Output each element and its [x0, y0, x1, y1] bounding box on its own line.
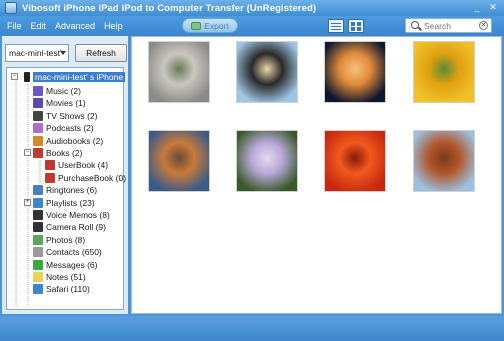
tree-item[interactable]: Books (2) [33, 147, 82, 159]
tree-item-label: Music (2) [46, 86, 81, 96]
contacts-icon [33, 247, 43, 258]
window-controls: _ ✕ [472, 2, 498, 13]
tree-item[interactable]: Voice Memos (8) [33, 209, 110, 221]
menu-edit[interactable]: Edit [31, 21, 47, 31]
photo-thumbnail-koala[interactable] [148, 41, 210, 103]
iphone-icon [24, 72, 30, 82]
notes-icon [33, 272, 43, 282]
tree-item-label: Notes (51) [46, 272, 86, 282]
export-button[interactable]: Export [182, 18, 238, 33]
tree-item-label: Podcasts (2) [46, 123, 94, 134]
podcast-icon [33, 123, 43, 134]
safari-icon [33, 284, 43, 295]
tree-item[interactable]: TV Shows (2) [33, 110, 98, 122]
audiobook-icon [33, 135, 43, 146]
tree-item[interactable]: Photos (8) [33, 234, 85, 246]
tree-item[interactable]: UserBook (4) [45, 159, 108, 171]
ringtone-icon [33, 185, 43, 196]
tree-expand-toggle[interactable]: − [24, 149, 31, 156]
window-title: Vibosoft iPhone iPad iPod to Computer Tr… [22, 2, 317, 14]
search-icon [411, 21, 419, 29]
menu-help[interactable]: Help [104, 21, 123, 31]
playlist-icon [33, 197, 43, 208]
tree-device-label: mac-mini-test' s iPhone [33, 72, 126, 82]
photo-thumbnail-chrysanthemum[interactable] [324, 130, 386, 192]
tree-item[interactable]: PurchaseBook (0) [45, 172, 126, 184]
list-view-button[interactable] [328, 19, 344, 33]
grid-view-button[interactable] [348, 19, 364, 33]
tree-item-label: Movies (1) [46, 98, 86, 109]
tree-item[interactable]: Contacts (650) [33, 246, 102, 258]
tv-icon [33, 110, 43, 121]
tree-item-label: Contacts (650) [46, 247, 102, 258]
menu-file[interactable]: File [7, 21, 22, 31]
search-box: ✕ [405, 18, 492, 33]
tree-item-label: TV Shows (2) [46, 110, 98, 121]
tree-item[interactable]: Playlists (23) [33, 197, 95, 209]
photo-thumbnail-penguins[interactable] [236, 41, 298, 103]
tree-item[interactable]: Ringtones (6) [33, 184, 97, 196]
device-select[interactable]: mac-mini-test' [5, 44, 69, 62]
tree-item[interactable]: Movies (1) [33, 97, 86, 109]
close-icon[interactable]: ✕ [488, 2, 498, 13]
messages-icon [33, 259, 43, 270]
tree-item-label: Safari (110) [46, 284, 90, 295]
tree-item[interactable]: Music (2) [33, 85, 81, 97]
tree-item-label: Camera Roll (9) [46, 222, 106, 233]
camera-icon [33, 222, 43, 233]
tree-item-label: Audiobooks (2) [46, 135, 104, 146]
books-icon [33, 148, 43, 158]
tree-item-label: UserBook (4) [58, 160, 109, 171]
tree-item-label: Playlists (23) [46, 197, 95, 208]
tree-item[interactable]: Safari (110) [33, 283, 90, 295]
tree-item[interactable]: Podcasts (2) [33, 122, 94, 134]
tree-expand-toggle[interactable]: + [24, 198, 31, 206]
chevron-down-icon [60, 51, 66, 55]
export-label: Export [204, 20, 229, 31]
device-select-value: mac-mini-test' [9, 48, 62, 58]
photo-thumbnail-tulips[interactable] [413, 41, 475, 103]
tree-item[interactable]: Notes (51) [33, 271, 86, 283]
clear-search-icon[interactable]: ✕ [479, 21, 488, 30]
tree-item-label: Messages (6) [46, 259, 98, 270]
tree-item-label: PurchaseBook (0) [58, 172, 127, 183]
voice-memo-icon [33, 210, 43, 220]
title-bar: Vibosoft iPhone iPad iPod to Computer Tr… [0, 0, 504, 16]
tree-item[interactable]: Messages (6) [33, 259, 98, 271]
book-icon [45, 172, 55, 183]
device-tree: − mac-mini-test' s iPhone Music (2) Movies … [6, 67, 126, 310]
minimize-icon[interactable]: _ [472, 2, 482, 13]
export-icon [191, 21, 202, 30]
tree-item-label: Books (2) [46, 148, 83, 158]
photo-thumbnail-hydrangeas[interactable] [236, 130, 298, 192]
tree-collapse-toggle[interactable]: − [11, 73, 18, 80]
movies-icon [33, 98, 43, 109]
status-bar [0, 316, 504, 341]
photo-thumbnail-desert[interactable] [413, 130, 475, 192]
tree-item-label: Ringtones (6) [46, 185, 98, 196]
tree-item-label: Photos (8) [46, 234, 86, 245]
book-icon [45, 160, 55, 171]
menu-advanced[interactable]: Advanced [55, 21, 95, 31]
app-logo-icon [5, 2, 17, 14]
music-icon [33, 86, 43, 96]
tree-item-label: Voice Memos (8) [46, 210, 110, 220]
photo-thumbnail-jellyfish[interactable] [324, 41, 386, 103]
tree-device-node[interactable]: mac-mini-test' s iPhone [24, 71, 126, 83]
photo-thumbnail-lighthouse[interactable] [148, 130, 210, 192]
tree-item[interactable]: Camera Roll (9) [33, 221, 106, 233]
tree-item[interactable]: Audiobooks (2) [33, 135, 103, 147]
photos-icon [33, 234, 43, 245]
refresh-button[interactable]: Refresh [75, 44, 127, 62]
search-input[interactable] [424, 20, 474, 31]
